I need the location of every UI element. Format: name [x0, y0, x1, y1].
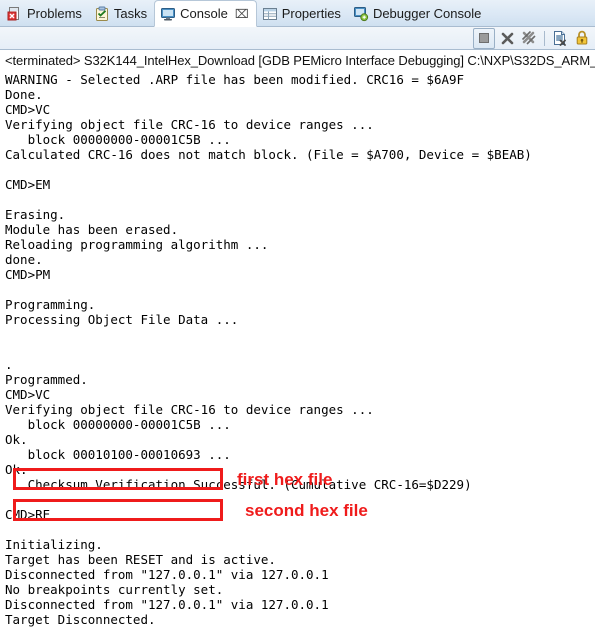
console-line: Calculated CRC-16 does not match block. …: [5, 147, 532, 162]
tasks-icon: [94, 6, 110, 22]
console-line: Verifying object file CRC-16 to device r…: [5, 402, 374, 417]
console-line: CMD>VC: [5, 102, 51, 117]
lock-icon: [576, 30, 588, 45]
debugger-console-icon: [353, 6, 369, 22]
remove-x-icon: [501, 32, 513, 44]
scroll-lock-button[interactable]: [572, 29, 592, 48]
tab-properties[interactable]: Properties: [257, 1, 348, 26]
console-line: done.: [5, 252, 43, 267]
tab-label: Console: [180, 6, 228, 21]
console-line: block 00000000-00001C5B ...: [5, 417, 231, 432]
first-hex-file-annotation-label: first hex file: [237, 470, 333, 489]
remove-launch-button[interactable]: [497, 29, 517, 48]
terminate-icon: [479, 33, 489, 43]
console-line: Module has been erased.: [5, 222, 179, 237]
console-line: Verifying object file CRC-16 to device r…: [5, 117, 374, 132]
problems-icon: [7, 6, 23, 22]
console-line: .: [5, 357, 13, 372]
view-tab-bar: Problems Tasks Console ⌧ Properties Debu…: [0, 0, 595, 27]
console-line: CMD>VC: [5, 387, 51, 402]
console-line: WARNING - Selected .ARP file has been mo…: [5, 72, 465, 87]
console-line: Disconnected from "127.0.0.1" via 127.0.…: [5, 597, 329, 612]
remove-all-x-icon: [521, 30, 536, 45]
remove-all-terminated-button[interactable]: [519, 29, 539, 48]
clear-console-icon: [554, 31, 566, 46]
tab-tasks[interactable]: Tasks: [89, 1, 154, 26]
console-output-area[interactable]: <terminated> S32K144_IntelHex_Download […: [0, 50, 595, 642]
console-line: CMD>EM: [5, 177, 51, 192]
tab-label: Debugger Console: [372, 6, 482, 21]
tab-label: Tasks: [113, 6, 148, 21]
console-line: Programming.: [5, 297, 96, 312]
console-line: No breakpoints currently set.: [5, 582, 224, 597]
second-hex-file-annotation-label: second hex file: [245, 501, 368, 520]
clear-console-button[interactable]: [550, 29, 570, 48]
console-line: Programmed.: [5, 372, 88, 387]
console-line: Disconnected from "127.0.0.1" via 127.0.…: [5, 567, 329, 582]
tab-label: Problems: [27, 6, 82, 21]
tab-debugger-console[interactable]: Debugger Console: [348, 1, 488, 26]
tab-label: Properties: [281, 6, 341, 21]
console-line: Target Disconnected.: [5, 612, 156, 627]
console-line: block 00000000-00001C5B ...: [5, 132, 231, 147]
console-line: Target has been RESET and is active.: [5, 552, 276, 567]
toolbar-separator: [544, 30, 545, 46]
console-line: Erasing.: [5, 207, 66, 222]
console-line: block 00010100-00010693 ...: [5, 447, 231, 462]
console-line: CMD>PM: [5, 267, 51, 282]
console-line: Done.: [5, 87, 43, 102]
console-line: Processing Object File Data ...: [5, 312, 239, 327]
console-line: Initializing.: [5, 537, 103, 552]
console-icon: [160, 6, 176, 22]
terminate-button[interactable]: [473, 27, 495, 49]
console-line: Reloading programming algorithm ...: [5, 237, 269, 252]
console-line: Ok.: [5, 432, 28, 447]
tab-console[interactable]: Console ⌧: [154, 0, 257, 27]
eclipse-console-view: Problems Tasks Console ⌧ Properties Debu…: [0, 0, 595, 643]
close-icon[interactable]: ⌧: [235, 8, 249, 20]
console-header-line: <terminated> S32K144_IntelHex_Download […: [5, 53, 595, 68]
tab-problems[interactable]: Problems: [2, 1, 89, 26]
properties-icon: [262, 6, 278, 22]
console-toolbar: [0, 27, 595, 50]
console-line-list: WARNING - Selected .ARP file has been mo…: [5, 72, 595, 627]
